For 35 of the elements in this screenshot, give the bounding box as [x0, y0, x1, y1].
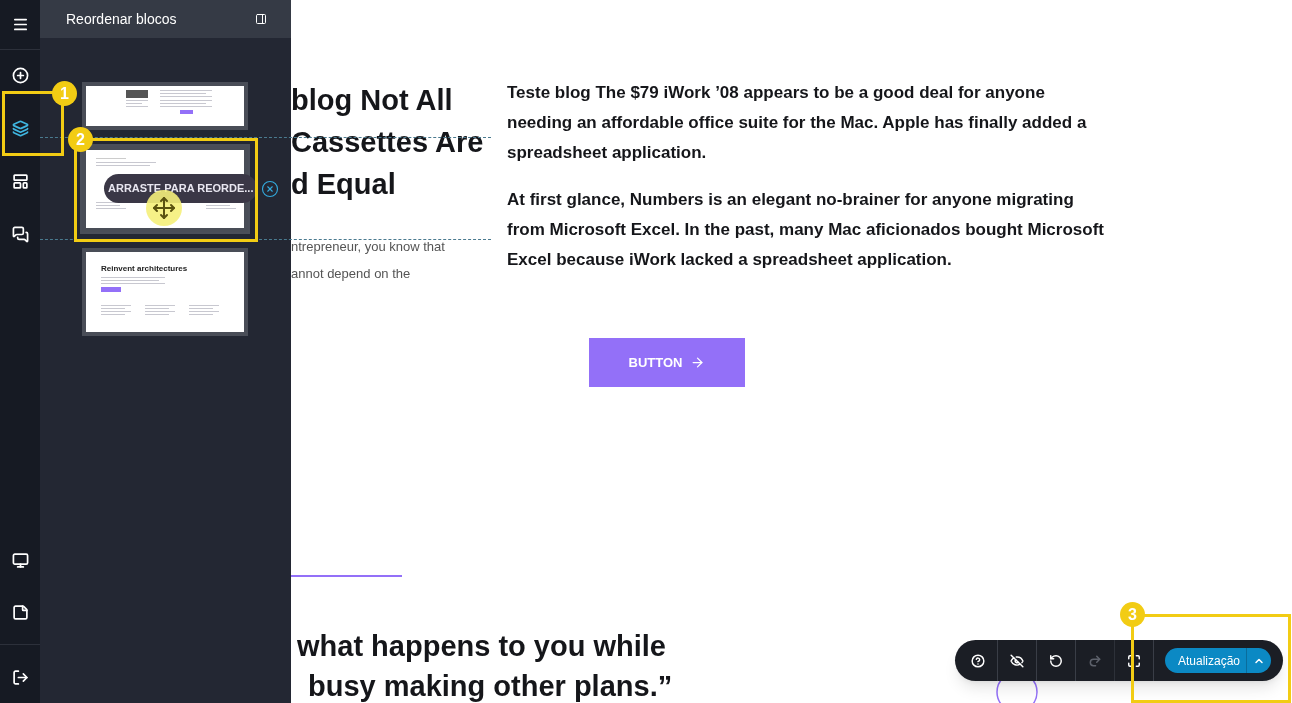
- note-icon: [11, 603, 29, 621]
- move-cursor-icon: [146, 190, 182, 226]
- exit-icon: [11, 668, 29, 686]
- step-number-badge: 3: [1120, 602, 1145, 627]
- redo-icon: [1088, 653, 1102, 668]
- monitor-icon: [11, 551, 29, 569]
- close-icon: [261, 180, 279, 198]
- menu-icon: [11, 16, 29, 33]
- intro-text-line: ntrepreneur, you know that: [291, 238, 446, 256]
- panel-toggle-button[interactable]: [255, 13, 267, 25]
- intro-text-line: annot depend on the: [291, 265, 412, 283]
- add-icon: [11, 66, 29, 84]
- cta-button[interactable]: BUTTON: [589, 338, 745, 387]
- comments-icon: [11, 225, 29, 243]
- block-preview-drawing: [96, 158, 156, 166]
- layers-icon: [11, 119, 29, 137]
- panel-title: Reordenar blocos: [66, 9, 177, 29]
- block-preview-drawing: [96, 202, 126, 209]
- remove-block-button[interactable]: [261, 180, 279, 198]
- body-paragraph: Teste blog The $79 iWork ’08 appears to be a good deal for anyone needing an affordable office suite for the Mac. Apple has finally added a spreadsheet application.: [507, 82, 1088, 164]
- post-title-line: blog Not All: [291, 83, 454, 118]
- post-title-line: d Equal: [291, 167, 397, 202]
- block-thumbnail[interactable]: Reinvent architectures: [82, 248, 248, 336]
- fullscreen-icon: [1127, 653, 1141, 668]
- quote-line: what happens to you while: [297, 629, 667, 664]
- hide-icon: [1010, 653, 1024, 668]
- arrow-icon: [690, 355, 706, 370]
- body-paragraph: At first glance, Numbers is an elegant no-brainer for anyone migrating from Microsoft Excel. In the past, many Mac aficionados bought Microsoft Excel because iWork lacked a spreadsheet application.: [507, 189, 1105, 271]
- help-icon: [971, 653, 985, 668]
- blocks-icon: [11, 172, 29, 190]
- post-title-line: Cassettes Are: [291, 125, 485, 160]
- block-heading: Reinvent architectures: [101, 264, 189, 274]
- quote-line: busy making other plans.”: [307, 669, 673, 703]
- undo-icon: [1049, 653, 1063, 668]
- panel-icon: [255, 13, 267, 25]
